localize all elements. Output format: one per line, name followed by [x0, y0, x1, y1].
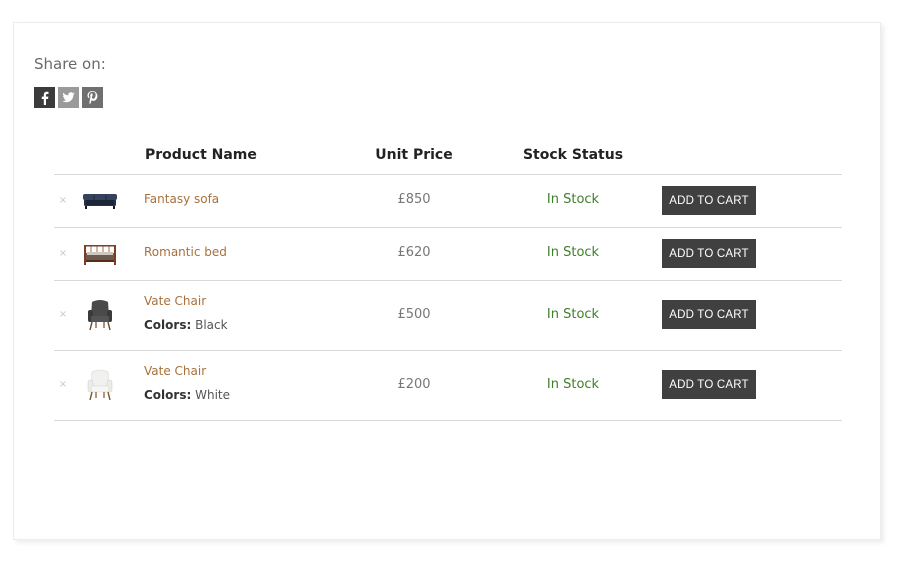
variation-label: Colors: [144, 388, 192, 402]
unit-price: £850 [397, 192, 431, 207]
stock-status: In Stock [546, 192, 600, 207]
variation-value: Black [191, 318, 228, 332]
stock-status: In Stock [546, 377, 600, 392]
variation-label: Colors: [144, 318, 192, 332]
wishlist-table: Product Name Unit Price Stock Status × F… [54, 133, 842, 421]
stock-status: In Stock [546, 245, 600, 260]
twitter-icon[interactable] [58, 87, 79, 108]
share-label: Share on: [34, 55, 106, 73]
variation-value: White [191, 388, 230, 402]
pinterest-icon[interactable] [82, 87, 103, 108]
remove-icon[interactable]: × [58, 196, 68, 206]
product-link[interactable]: Vate Chair [144, 294, 206, 308]
remove-icon[interactable]: × [58, 310, 68, 320]
table-row: × Romantic bed £620 In Stock ADD TO CART [54, 228, 842, 281]
table-row: × Vate Chair Colors: Black £500 In Stock… [54, 281, 842, 351]
table-row: × Vate Chair Colors: White £200 In Stock… [54, 351, 842, 421]
add-to-cart-button[interactable]: ADD TO CART [662, 186, 756, 215]
product-link[interactable]: Romantic bed [144, 245, 227, 259]
product-link[interactable]: Vate Chair [144, 364, 206, 378]
product-name-header: Product Name [145, 147, 257, 163]
color-variation: Colors: White [144, 388, 230, 402]
stock-status-header: Stock Status [522, 147, 624, 163]
dark-chair-thumbnail[interactable] [82, 298, 118, 332]
facebook-icon[interactable] [34, 87, 55, 108]
remove-icon[interactable]: × [58, 380, 68, 390]
add-to-cart-button[interactable]: ADD TO CART [662, 370, 756, 399]
add-to-cart-button[interactable]: ADD TO CART [662, 300, 756, 329]
wishlist-panel: Share on: Product Name Unit Price Stock … [13, 22, 881, 540]
table-header: Product Name Unit Price Stock Status [54, 133, 842, 175]
table-row: × Fantasy sofa £850 In Stock ADD TO CART [54, 175, 842, 228]
stock-status: In Stock [546, 307, 600, 322]
bed-thumbnail[interactable] [82, 237, 118, 271]
sofa-thumbnail[interactable] [82, 184, 118, 218]
product-link[interactable]: Fantasy sofa [144, 192, 219, 206]
unit-price: £620 [397, 245, 431, 260]
color-variation: Colors: Black [144, 318, 228, 332]
remove-icon[interactable]: × [58, 249, 68, 259]
unit-price-header: Unit Price [375, 147, 453, 163]
unit-price: £200 [397, 377, 431, 392]
unit-price: £500 [397, 307, 431, 322]
share-icons [34, 87, 103, 108]
add-to-cart-button[interactable]: ADD TO CART [662, 239, 756, 268]
white-chair-thumbnail[interactable] [82, 368, 118, 402]
